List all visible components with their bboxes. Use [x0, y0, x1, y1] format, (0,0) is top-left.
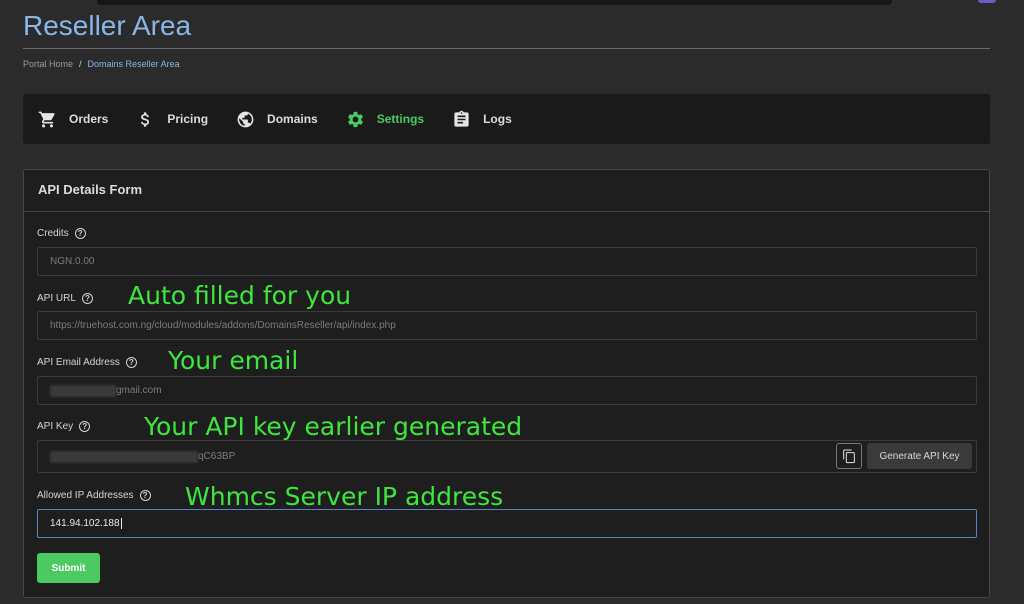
- text-caret: [120, 518, 122, 529]
- credits-field: NGN.0.00: [37, 247, 977, 276]
- copy-icon: [843, 449, 855, 464]
- help-icon[interactable]: ?: [79, 421, 91, 432]
- globe-icon: [237, 111, 254, 127]
- api-email-label-text: API Email Address: [37, 357, 120, 368]
- nav-label-pricing: Pricing: [167, 112, 209, 126]
- breadcrumb-current[interactable]: Domains Reseller Area: [88, 59, 180, 69]
- redacted-api-key: [50, 450, 198, 463]
- api-key-label-text: API Key: [37, 421, 74, 432]
- nav-item-settings[interactable]: Settings: [346, 110, 424, 129]
- credits-label-text: Credits: [37, 228, 69, 239]
- notification-badge[interactable]: [978, 0, 996, 3]
- api-url-label: API URL ?: [37, 293, 93, 304]
- nav-item-pricing[interactable]: Pricing: [136, 110, 208, 129]
- nav-item-logs[interactable]: Logs: [452, 110, 512, 129]
- nav-label-orders: Orders: [69, 112, 109, 126]
- api-url-label-text: API URL: [37, 293, 76, 304]
- help-icon[interactable]: ?: [81, 293, 93, 304]
- allowed-ip-field[interactable]: 141.94.102.188: [37, 509, 977, 538]
- help-icon[interactable]: ?: [139, 490, 151, 501]
- help-icon[interactable]: ?: [74, 228, 86, 239]
- annotation-email: Your email: [168, 346, 299, 375]
- panel-title: API Details Form: [24, 170, 989, 212]
- allowed-ip-label-text: Allowed IP Addresses: [37, 490, 134, 501]
- api-email-field[interactable]: gmail.com: [37, 376, 977, 405]
- top-bar: [97, 0, 892, 5]
- api-email-value: gmail.com: [116, 385, 162, 396]
- credits-label: Credits ?: [37, 228, 86, 239]
- clipboard-icon: [454, 110, 469, 127]
- dollar-icon: [141, 111, 150, 127]
- nav-item-orders[interactable]: Orders: [38, 110, 108, 129]
- title-divider: [23, 48, 990, 49]
- breadcrumb: Portal Home / Domains Reseller Area: [23, 59, 180, 69]
- api-url-value: https://truehost.com.ng/cloud/modules/ad…: [50, 320, 396, 331]
- nav-item-domains[interactable]: Domains: [236, 110, 318, 129]
- annotation-api-url: Auto filled for you: [128, 281, 352, 310]
- help-icon[interactable]: ?: [125, 357, 137, 368]
- copy-button[interactable]: [836, 443, 862, 469]
- api-details-panel: API Details Form Credits ? NGN.0.00 API …: [23, 169, 990, 598]
- nav-label-domains: Domains: [267, 112, 318, 126]
- api-key-label: API Key ?: [37, 421, 91, 432]
- gear-icon: [347, 111, 363, 127]
- cart-icon: [38, 111, 55, 127]
- credits-value: NGN.0.00: [50, 256, 95, 267]
- breadcrumb-home[interactable]: Portal Home: [23, 59, 73, 69]
- reseller-nav: Orders Pricing Domains Settings Logs: [23, 94, 990, 144]
- nav-label-logs: Logs: [483, 112, 512, 126]
- allowed-ip-value: 141.94.102.188: [50, 518, 120, 529]
- annotation-ip: Whmcs Server IP address: [185, 482, 504, 511]
- api-key-value: qC63BP: [198, 451, 236, 462]
- api-url-field[interactable]: https://truehost.com.ng/cloud/modules/ad…: [37, 311, 977, 340]
- api-email-label: API Email Address ?: [37, 357, 137, 368]
- nav-label-settings: Settings: [376, 112, 425, 126]
- submit-button[interactable]: Submit: [37, 553, 100, 583]
- redacted-email: [50, 384, 116, 397]
- allowed-ip-label: Allowed IP Addresses ?: [37, 490, 151, 501]
- annotation-api-key: Your API key earlier generated: [144, 412, 523, 441]
- page-title: Reseller Area: [23, 10, 192, 41]
- generate-api-key-button[interactable]: Generate API Key: [867, 443, 972, 469]
- breadcrumb-separator: /: [79, 59, 82, 69]
